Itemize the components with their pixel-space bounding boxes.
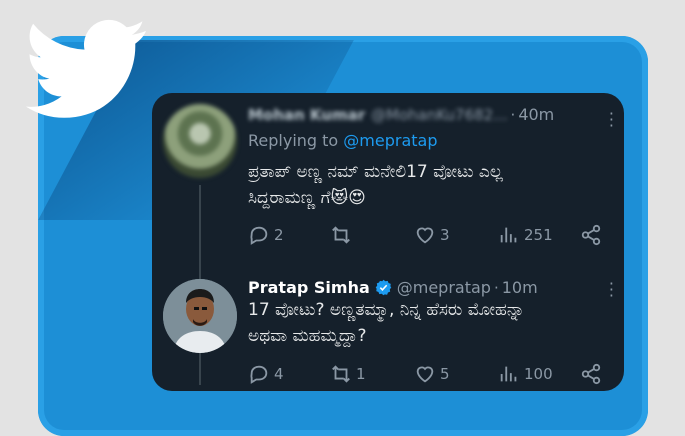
reply-action-bar: 2 3 251 — [248, 223, 608, 247]
verified-badge-icon — [375, 279, 392, 296]
reply-views-button[interactable]: 251 — [498, 224, 553, 246]
reply-more-icon[interactable]: · · · — [609, 106, 614, 134]
retweet-icon — [332, 226, 350, 244]
main-retweet-count: 1 — [356, 365, 366, 383]
reply-time[interactable]: 40m — [518, 105, 554, 124]
avatar-photo — [163, 279, 237, 353]
reply-icon — [250, 365, 268, 384]
main-retweet-button[interactable]: 1 — [330, 363, 366, 385]
main-more-icon[interactable]: · · · — [609, 276, 614, 304]
main-text-line2: ಅಥವಾ ಮಹಮ್ಮದ್ದಾ? — [248, 326, 367, 346]
main-author-avatar[interactable] — [163, 279, 237, 353]
replying-prefix: Replying to — [248, 131, 339, 150]
reply-author-handle[interactable]: @MohanKu7682... — [371, 106, 507, 124]
main-author-handle[interactable]: @mepratap — [397, 278, 491, 297]
views-icon — [500, 366, 517, 382]
reply-reply-count: 2 — [274, 226, 284, 244]
reply-like-count: 3 — [440, 226, 450, 244]
main-header: Pratap Simha @mepratap · 10m — [248, 278, 538, 297]
like-icon — [416, 227, 434, 244]
reply-like-button[interactable]: 3 — [414, 224, 450, 246]
share-icon — [581, 224, 601, 246]
main-reply-button[interactable]: 4 — [248, 363, 284, 385]
main-time[interactable]: 10m — [502, 278, 538, 297]
twitter-bird-icon — [26, 19, 146, 118]
tweet-thread-card: Mohan Kumar @MohanKu7682... · 40m · · · Re… — [152, 93, 624, 391]
like-icon — [416, 366, 434, 383]
retweet-icon — [332, 365, 350, 383]
reply-text: ಪ್ರತಾಪ್ ಅಣ್ಣ ನಮ್ ಮನೇಲಿ17 ವೋಟು ಎಲ್ಲ ಸಿದ್ದ… — [248, 159, 608, 211]
reply-icon — [250, 226, 268, 245]
reply-text-line1: ಪ್ರತಾಪ್ ಅಣ್ಣ ನಮ್ ಮನೇಲಿ17 ವೋಟು ಎಲ್ಲ — [248, 162, 503, 182]
main-views-count: 100 — [524, 365, 553, 383]
replying-handle-link[interactable]: @mepratap — [343, 131, 437, 150]
reply-header: Mohan Kumar @MohanKu7682... · 40m — [248, 105, 555, 124]
share-icon — [581, 363, 601, 385]
main-text: 17 ವೋಟು? ಅಣ್ಣತಮ್ಮಾ, ನಿನ್ನ ಹೆಸರು ಮೋಹನ್ನಾ … — [248, 297, 608, 349]
reply-retweet-button[interactable] — [330, 224, 356, 246]
main-reply-count: 4 — [274, 365, 284, 383]
main-share-button[interactable] — [580, 363, 602, 385]
views-icon — [500, 227, 517, 243]
reply-share-button[interactable] — [580, 224, 602, 246]
main-like-button[interactable]: 5 — [414, 363, 450, 385]
main-action-bar: 4 1 5 100 — [248, 362, 608, 386]
main-like-count: 5 — [440, 365, 450, 383]
reply-author-name[interactable]: Mohan Kumar — [248, 106, 365, 124]
reply-reply-button[interactable]: 2 — [248, 224, 284, 246]
replying-to: Replying to @mepratap — [248, 131, 438, 150]
reply-text-line2: ಸಿದ್ದರಾಮಣ್ಣ ಗೆ😻😍 — [248, 188, 366, 208]
main-views-button[interactable]: 100 — [498, 363, 553, 385]
main-author-name[interactable]: Pratap Simha — [248, 278, 370, 297]
reply-views-count: 251 — [524, 226, 553, 244]
reply-author-avatar[interactable] — [163, 104, 237, 178]
main-text-line1: 17 ವೋಟು? ಅಣ್ಣತಮ್ಮಾ, ನಿನ್ನ ಹೆಸರು ಮೋಹನ್ನಾ — [248, 300, 525, 320]
